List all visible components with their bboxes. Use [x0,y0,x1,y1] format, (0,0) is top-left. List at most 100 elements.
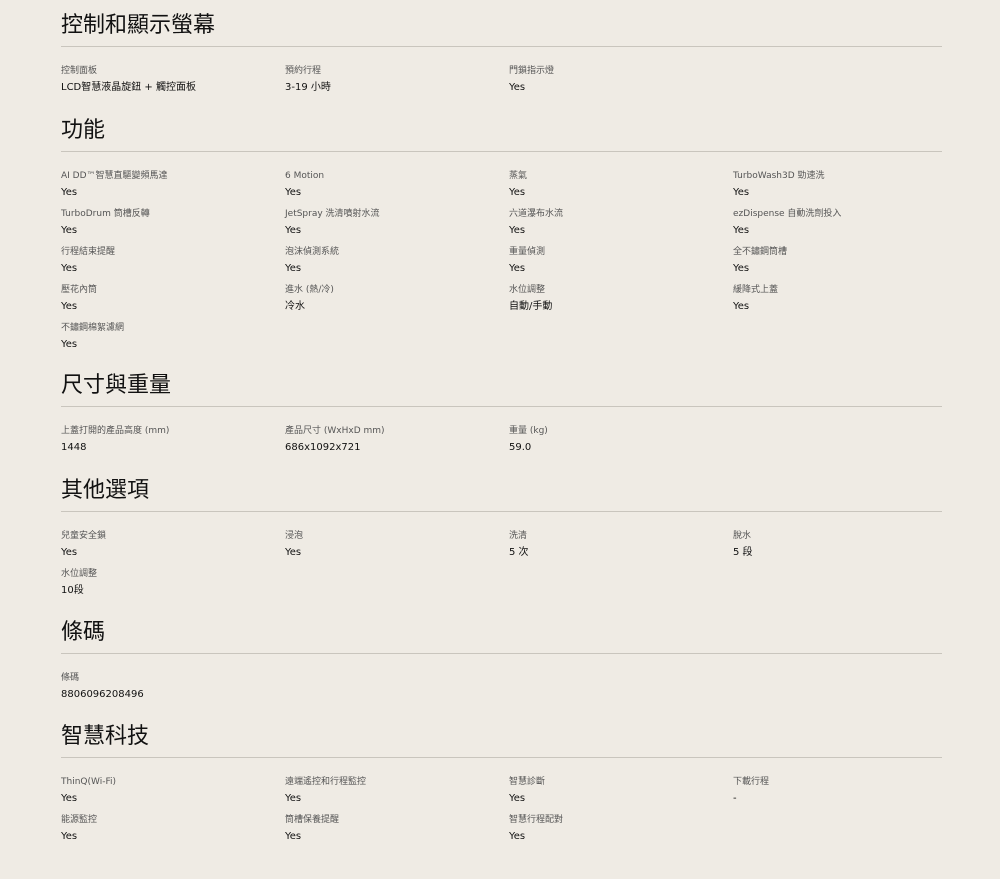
spec-value: Yes [61,187,78,198]
spec-label: 產品尺寸 (WxHxD mm) [285,426,385,436]
spec-value: Yes [285,263,302,274]
spec-value: Yes [61,339,78,350]
spec-label: 智慧診斷 [509,777,546,787]
spec-label: 壓花內筒 [61,285,98,295]
spec-value: Yes [509,187,526,198]
spec-item: 條碼 8806096208496 [61,672,281,702]
spec-label: 條碼 [61,673,80,683]
spec-label: 水位調整 [61,569,98,579]
spec-value: Yes [509,793,526,804]
spec-label: TurboDrum 筒槽反轉 [61,209,150,219]
spec-item: AI DD™智慧直驅變頻馬達 Yes [61,170,281,200]
section-title: 條碼 [61,620,106,645]
spec-item: 下載行程 - [733,776,953,806]
spec-value: Yes [733,301,750,312]
spec-item: 產品尺寸 (WxHxD mm) 686x1092x721 [285,425,505,455]
spec-value: 1448 [61,442,87,453]
spec-page: 控制和顯示螢幕 控制面板 LCD智慧液晶旋鈕 + 觸控面板 預約行程 3-19 小時 門鎖… [0,0,1000,879]
spec-item: JetSpray 洗清噴射水流 Yes [285,208,505,238]
spec-label: 控制面板 [61,66,98,76]
spec-label: 遠端遙控和行程監控 [285,777,367,787]
spec-item: 蒸氣 Yes [509,170,729,200]
spec-item: 水位調整 10段 [61,568,281,598]
spec-item: TurboDrum 筒槽反轉 Yes [61,208,281,238]
spec-section: 其他選項 兒童安全鎖 Yes 浸泡 Yes 洗清 5 次 脫水 5 段水位調整 10段 [61,477,942,596]
spec-label: 洗清 [509,531,528,541]
spec-label: 預約行程 [285,66,322,76]
spec-item: 不鏽鋼棉絮濾網 Yes [61,322,281,352]
spec-label: 筒槽保養提醒 [285,815,340,825]
spec-item: 六道瀑布水流 Yes [509,208,729,238]
spec-section: 尺寸與重量上蓋打開的產品高度 (mm) 1448 產品尺寸 (WxHxD mm) 68… [61,372,942,453]
spec-value: 3-19 小時 [285,82,331,93]
spec-value: Yes [733,187,750,198]
spec-value: 10段 [61,585,84,596]
spec-label: ezDispense 自動洗劑投入 [733,209,842,219]
spec-label: 不鏽鋼棉絮濾網 [61,323,125,333]
spec-label: 門鎖指示燈 [509,66,555,76]
spec-value: Yes [61,301,78,312]
spec-value: Yes [61,793,78,804]
spec-item: 遠端遙控和行程監控 Yes [285,776,505,806]
spec-label: 水位調整 [509,285,546,295]
spec-value: - [733,793,737,804]
section-divider [61,653,942,654]
spec-value: Yes [285,187,302,198]
spec-label: 進水 (熱/冷) [285,285,334,295]
spec-item: 重量 (kg) 59.0 [509,425,729,455]
spec-label: 上蓋打開的產品高度 (mm) [61,426,170,436]
spec-label: 能源監控 [61,815,98,825]
section-title: 尺寸與重量 [61,373,172,398]
spec-item: ThinQ(Wi-Fi) Yes [61,776,281,806]
spec-section: 控制和顯示螢幕 控制面板 LCD智慧液晶旋鈕 + 觸控面板 預約行程 3-19 小時 門鎖… [61,12,942,93]
spec-value: Yes [285,793,302,804]
spec-item: 智慧診斷 Yes [509,776,729,806]
spec-item: 壓花內筒 Yes [61,284,281,314]
spec-label: 重量偵測 [509,247,546,257]
spec-value: 5 次 [509,547,529,558]
spec-item: 上蓋打開的產品高度 (mm) 1448 [61,425,281,455]
spec-value: 5 段 [733,547,753,558]
spec-value: Yes [509,225,526,236]
spec-item: 兒童安全鎖 Yes [61,530,281,560]
spec-item: 6 Motion Yes [285,170,505,200]
spec-value: Yes [285,831,302,842]
spec-label: 智慧行程配對 [509,815,564,825]
spec-label: TurboWash3D 勁速洗 [733,171,825,181]
spec-item: 進水 (熱/冷) 冷水 [285,284,505,314]
spec-item: 緩降式上蓋 Yes [733,284,953,314]
spec-label: 重量 (kg) [509,426,548,436]
spec-label: AI DD™智慧直驅變頻馬達 [61,171,168,181]
spec-section: 條碼 條碼 8806096208496 [61,619,942,700]
spec-label: 六道瀑布水流 [509,209,564,219]
spec-label: 蒸氣 [509,171,528,181]
spec-item: 浸泡 Yes [285,530,505,560]
spec-item: 脫水 5 段 [733,530,953,560]
spec-value: Yes [61,263,78,274]
spec-value: Yes [733,263,750,274]
section-divider [61,406,942,407]
spec-item: 泡沫偵測系統 Yes [285,246,505,276]
spec-label: 浸泡 [285,531,304,541]
spec-label: JetSpray 洗清噴射水流 [285,209,380,219]
section-divider [61,46,942,47]
section-title: 功能 [61,118,106,143]
spec-value: Yes [509,82,526,93]
spec-item: TurboWash3D 勁速洗 Yes [733,170,953,200]
spec-value: Yes [285,225,302,236]
spec-label: 兒童安全鎖 [61,531,107,541]
section-divider [61,511,942,512]
spec-label: 緩降式上蓋 [733,285,779,295]
spec-item: 全不鏽鋼筒槽 Yes [733,246,953,276]
spec-item: 能源監控 Yes [61,814,281,844]
spec-item: ezDispense 自動洗劑投入 Yes [733,208,953,238]
spec-value: 686x1092x721 [285,442,361,453]
spec-value: Yes [285,547,302,558]
spec-value: Yes [733,225,750,236]
spec-label: 下載行程 [733,777,770,787]
spec-item: 重量偵測 Yes [509,246,729,276]
spec-value: Yes [509,831,526,842]
spec-value: 自動/手動 [509,301,553,312]
section-title: 其他選項 [61,478,150,503]
spec-label: 行程結束提醒 [61,247,116,257]
